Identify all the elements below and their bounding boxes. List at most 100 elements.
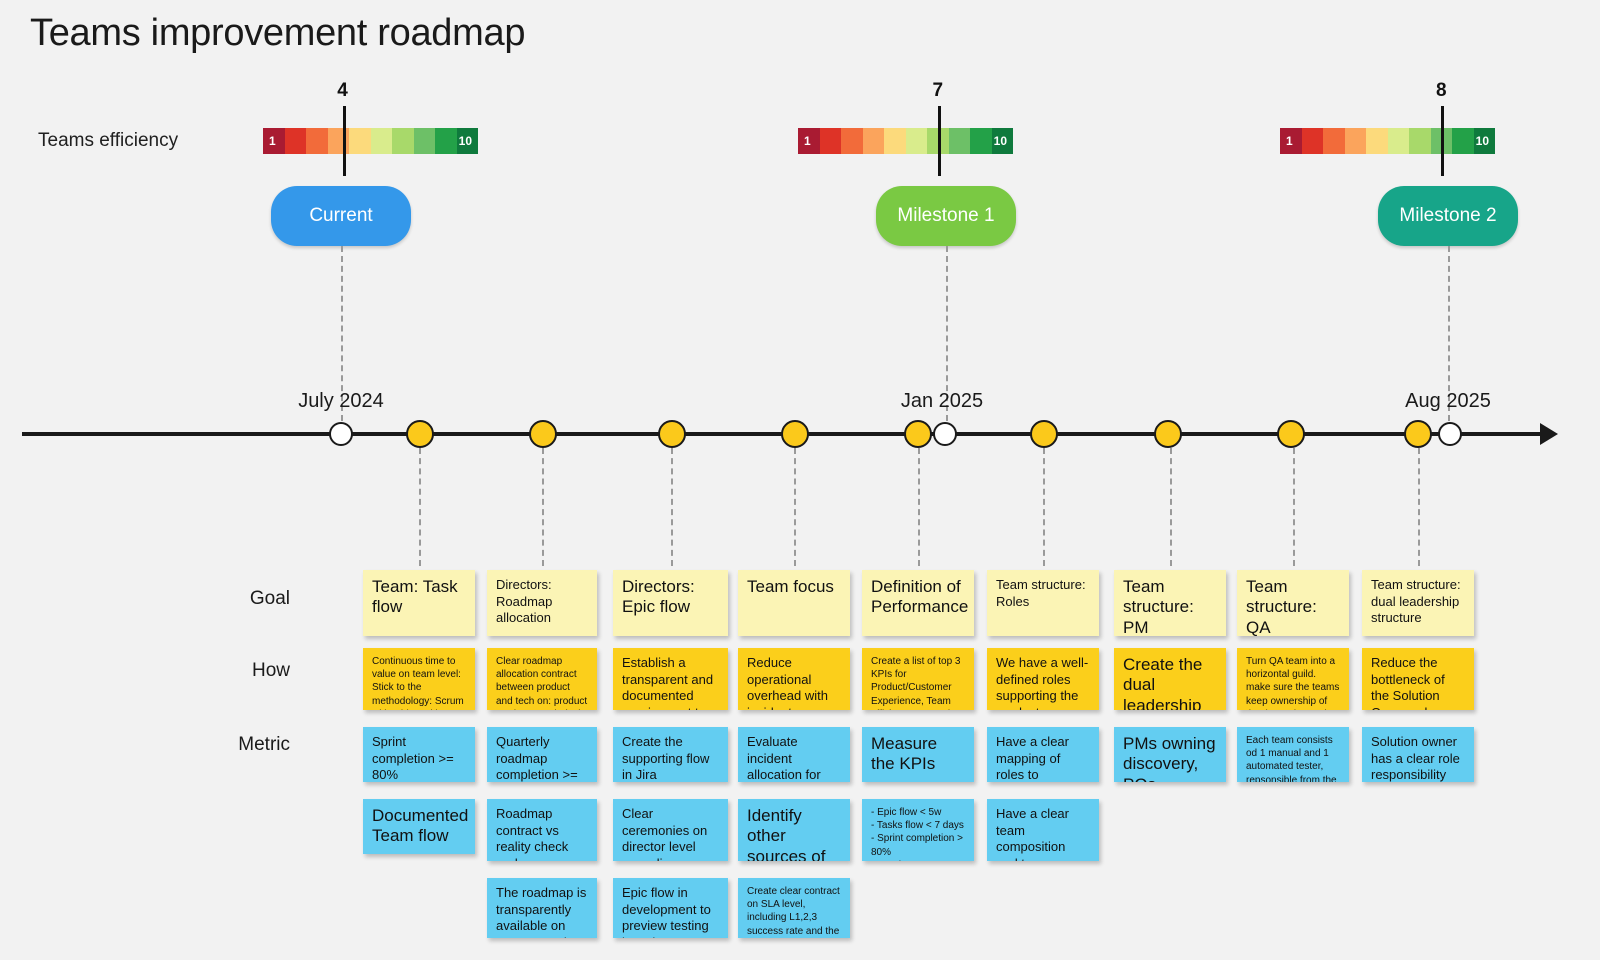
how-card-1[interactable]: Continuous time to value on team level: … [363,648,475,710]
card-connector [918,448,920,566]
timeline-dot[interactable] [406,420,434,448]
efficiency-row-label: Teams efficiency [38,130,179,151]
page-title: Teams improvement roadmap [30,12,526,54]
timeline-dot[interactable] [781,420,809,448]
metric-card-6-1[interactable]: Have a clear mapping of roles to respons… [987,727,1099,782]
timeline-dot[interactable] [1404,420,1432,448]
scale-max-label: 10 [993,134,1007,148]
metric-card-2-3[interactable]: The roadmap is transparently available o… [487,878,597,938]
scale-min-label: 1 [1286,134,1293,148]
timeline-dot[interactable] [529,420,557,448]
scale-segment [1409,128,1431,154]
scale-segment [970,128,992,154]
efficiency-gauge-3: 1 10 8 [1280,80,1495,176]
card-connector [1170,448,1172,566]
goal-card-3[interactable]: Directors: Epic flow [613,570,728,636]
scale-segment [1366,128,1388,154]
how-card-8[interactable]: Turn QA team into a horizontal guild. ma… [1237,648,1349,710]
gauge-value: 8 [1435,80,1447,101]
metric-card-5-1[interactable]: Measure the KPIs [862,727,974,782]
how-card-4[interactable]: Reduce operational overhead with inciden… [738,648,850,710]
card-connector [542,448,544,566]
scale-segment [306,128,328,154]
timeline-dot[interactable] [904,420,932,448]
timeline-date-label-1: July 2024 [298,390,384,412]
goal-card-7[interactable]: Team structure: PM [1114,570,1226,636]
how-card-3[interactable]: Establish a transparent and documented r… [613,648,728,710]
scale-segment [884,128,906,154]
metric-card-1-1[interactable]: Sprint completion >= 80% [363,727,475,782]
goal-card-4[interactable]: Team focus [738,570,850,636]
scale-segment [905,128,927,154]
metric-card-9-1[interactable]: Solution owner has a clear role responsi… [1362,727,1474,782]
how-card-9[interactable]: Reduce the bottleneck of the Solution Ow… [1362,648,1474,710]
timeline-dot[interactable] [1154,420,1182,448]
metric-card-3-3[interactable]: Epic flow in development to preview test… [613,878,728,938]
scale-segment [1301,128,1323,154]
gauge-needle [342,106,346,176]
card-connector [1293,448,1295,566]
gauge-value: 7 [932,80,944,101]
metric-card-8-1[interactable]: Each team consists od 1 manual and 1 aut… [1237,727,1349,782]
metric-card-4-2[interactable]: Identify other sources of disturbance [738,799,850,861]
gauge-needle [1441,106,1445,176]
metric-card-1-2[interactable]: Documented Team flow [363,799,475,854]
goal-card-1[interactable]: Team: Task flow [363,570,475,636]
goal-card-8[interactable]: Team structure: QA [1237,570,1349,636]
how-card-6[interactable]: We have a well-defined roles supporting … [987,648,1099,710]
how-card-2[interactable]: Clear roadmap allocation contract betwee… [487,648,597,710]
scale-segment [349,128,371,154]
efficiency-scale-bar: 1 10 [798,128,1013,154]
timeline-date-label-3: Aug 2025 [1405,390,1491,412]
metric-card-4-1[interactable]: Evaluate incident allocation for the las… [738,727,850,782]
milestone-pill-1[interactable]: Current [271,186,411,246]
milestone-pill-3[interactable]: Milestone 2 [1378,186,1518,246]
scale-segment [327,128,349,154]
scale-segment [284,128,306,154]
timeline-milestone-dot[interactable] [933,422,957,446]
metric-card-4-3[interactable]: Create clear contract on SLA level, incl… [738,878,850,938]
row-label-goal: Goal [249,588,290,609]
milestone-pill-2[interactable]: Milestone 1 [876,186,1016,246]
efficiency-scale-bar: 1 10 [263,128,478,154]
row-label-metric: Metric [238,734,290,755]
scale-segment [413,128,435,154]
scale-segment [841,128,863,154]
timeline-milestone-dot[interactable] [1438,422,1462,446]
row-label-how: How [251,660,290,681]
roadmap-canvas: Teams improvement roadmap Teams efficien… [0,0,1600,960]
goal-card-2[interactable]: Directors: Roadmap allocation [487,570,597,636]
card-line: - Tasks flow < 7 days [871,820,964,832]
card-connector [419,448,421,566]
metric-card-6-2[interactable]: Have a clear team composition and team c… [987,799,1099,861]
metric-card-2-2[interactable]: Roadmap contract vs reality check and ad… [487,799,597,861]
timeline-milestone-dot[interactable] [329,422,353,446]
card-line: - Epic flow < 5w [871,807,942,818]
scale-max-label: 10 [1475,134,1489,148]
gauge-needle [937,106,941,176]
scale-segment [435,128,457,154]
card-connector [1043,448,1045,566]
how-card-7[interactable]: Create the dual leadership structure [1114,648,1226,710]
goal-card-6[interactable]: Team structure: Roles [987,570,1099,636]
goal-card-5[interactable]: Definition of Performance [862,570,974,636]
metric-card-5-2[interactable]: - Epic flow < 5w - Tasks flow < 7 days - S… [862,799,974,861]
metric-card-3-2[interactable]: Clear ceremonies on director level regar… [613,799,728,861]
card-connector [1418,448,1420,566]
scale-segment [862,128,884,154]
metric-card-2-1[interactable]: Quarterly roadmap completion >= 80% [487,727,597,782]
scale-min-label: 1 [804,134,811,148]
timeline-dot[interactable] [658,420,686,448]
how-card-5[interactable]: Create a list of top 3 KPIs for Product/… [862,648,974,710]
goal-card-9[interactable]: Team structure: dual leadership structur… [1362,570,1474,636]
metric-card-3-1[interactable]: Create the supporting flow in Jira [613,727,728,782]
efficiency-gauge-2: 1 10 7 [798,80,1013,176]
metric-card-7-1[interactable]: PMs owning discovery, POs [1114,727,1226,782]
scale-min-label: 1 [269,134,276,148]
card-line: - Roadmap contribution >= 50% [871,859,965,861]
timeline-dot[interactable] [1277,420,1305,448]
card-connector [670,448,673,566]
scale-segment [1387,128,1409,154]
timeline-dot[interactable] [1030,420,1058,448]
timeline-arrow-icon [1540,423,1558,445]
